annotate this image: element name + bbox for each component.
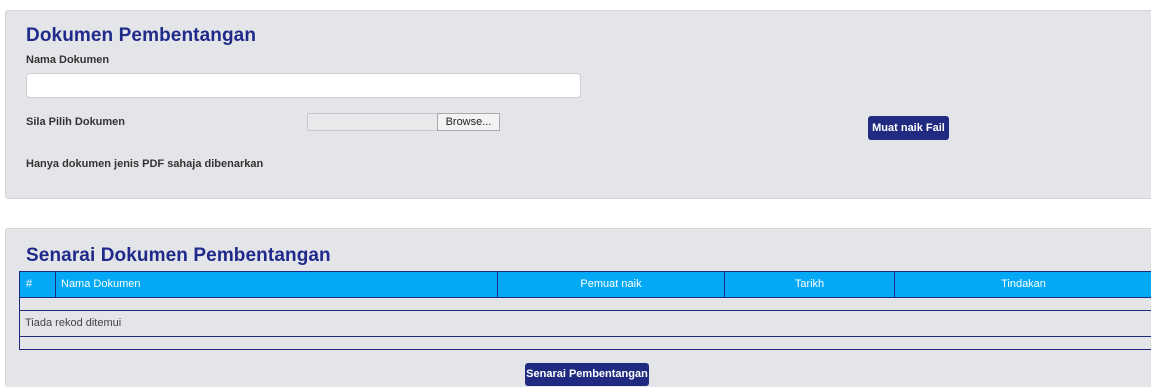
upload-file-button[interactable]: Muat naik Fail xyxy=(868,116,949,140)
column-header-action: Tindakan xyxy=(1001,278,1046,290)
list-title: Senarai Dokumen Pembentangan xyxy=(26,245,331,266)
choose-document-label: Sila Pilih Dokumen xyxy=(26,116,126,128)
table-header: # Nama Dokumen Pemuat naik Tarikh Tindak… xyxy=(19,271,1151,298)
column-header-date[interactable]: Tarikh xyxy=(725,272,895,297)
document-name-label: Nama Dokumen xyxy=(26,54,110,66)
documents-table: # Nama Dokumen Pemuat naik Tarikh Tindak… xyxy=(19,271,1151,350)
empty-message: Tiada rekod ditemui xyxy=(19,311,1151,337)
column-header-uploader[interactable]: Pemuat naik xyxy=(498,272,725,297)
filter-row xyxy=(19,298,1151,311)
column-header-document-name[interactable]: Nama Dokumen xyxy=(56,272,498,297)
browse-button[interactable]: Browse... xyxy=(437,113,500,131)
table-footer xyxy=(19,337,1151,350)
upload-panel: Dokumen Pembentangan Nama Dokumen Sila P… xyxy=(5,10,1151,199)
document-list-panel: Senarai Dokumen Pembentangan # Nama Doku… xyxy=(5,228,1151,387)
column-header-number[interactable]: # xyxy=(20,272,56,297)
upload-title: Dokumen Pembentangan xyxy=(26,25,257,46)
document-name-input[interactable] xyxy=(26,73,581,98)
file-path-field[interactable] xyxy=(307,113,437,131)
presentation-list-button[interactable]: Senarai Pembentangan xyxy=(525,363,649,386)
pdf-only-note: Hanya dokumen jenis PDF sahaja dibenarka… xyxy=(26,158,264,170)
